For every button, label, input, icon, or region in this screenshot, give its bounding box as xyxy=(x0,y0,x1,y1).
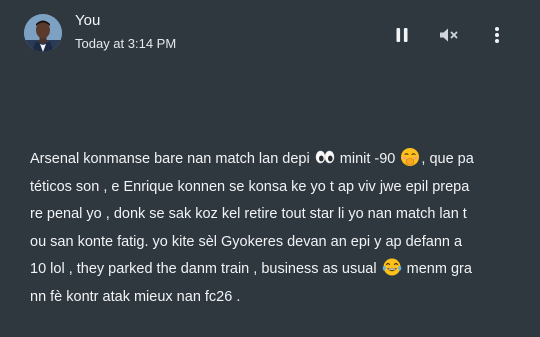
status-header: You Today at 3:14 PM xyxy=(0,0,540,64)
pause-button[interactable] xyxy=(391,24,413,46)
pause-icon xyxy=(396,28,408,42)
avatar-photo-icon xyxy=(24,14,62,52)
status-timestamp: Today at 3:14 PM xyxy=(75,36,177,51)
avatar[interactable] xyxy=(24,14,62,52)
message-line: 10 lol , they parked the danm train , bu… xyxy=(30,256,516,284)
status-viewer: You Today at 3:14 PM Arsenal konmanse ba… xyxy=(0,0,540,337)
message-line: ou san konte fatig. yo kite sèl Gyokeres… xyxy=(30,233,463,250)
more-vertical-icon xyxy=(495,27,499,43)
message-line: nn fè kontr atak mieux nan fc26 . xyxy=(30,288,241,305)
mute-button[interactable] xyxy=(438,24,460,46)
face-with-tears-of-joy-emoji-icon xyxy=(382,258,401,276)
face-with-hand-over-mouth-emoji-icon xyxy=(401,148,420,166)
message-line: téticos son , e Enrique konnen se konsa … xyxy=(30,178,470,195)
message-line: Arsenal konmanse bare nan match lan depi… xyxy=(30,146,516,174)
status-text-message: Arsenal konmanse bare nan match lan depi… xyxy=(30,146,516,312)
message-text: Arsenal konmanse bare nan match lan depi xyxy=(30,151,310,167)
message-text: , que pa xyxy=(421,151,474,167)
message-text: 10 lol , they parked the danm train , bu… xyxy=(30,261,377,278)
message-line: re penal yo , donk se sak koz kel retire… xyxy=(30,206,467,223)
eyes-emoji-icon xyxy=(315,150,335,164)
more-options-button[interactable] xyxy=(486,24,508,46)
message-text: menm gra xyxy=(406,261,472,278)
volume-mute-icon xyxy=(440,28,458,42)
message-text: minit -90 xyxy=(339,151,396,167)
sender-name: You xyxy=(75,12,101,29)
